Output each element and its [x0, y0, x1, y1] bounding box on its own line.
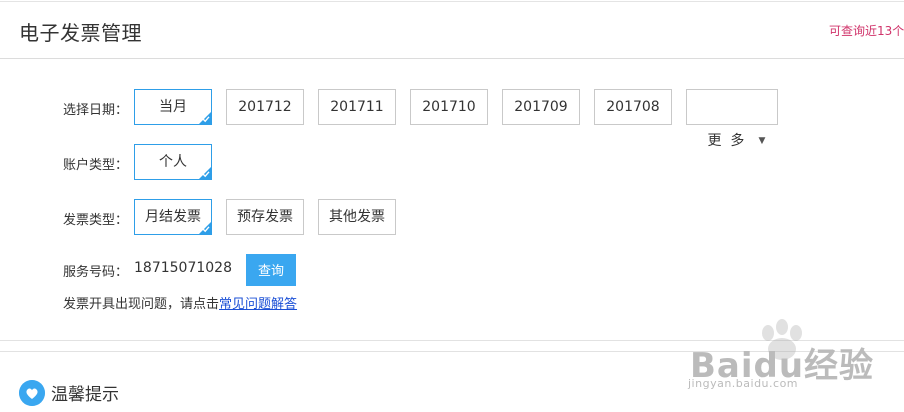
- help-text: 发票开具出现问题，请点击: [63, 297, 220, 312]
- watermark-url: jingyan.baidu.com: [688, 377, 799, 390]
- date-option-201708[interactable]: 201708: [594, 89, 672, 125]
- faq-link[interactable]: 常见问题解答: [219, 297, 297, 312]
- service-number-label: 服务号码：: [63, 265, 129, 280]
- account-type-label: 账户类型：: [63, 158, 129, 173]
- check-icon: [202, 171, 210, 178]
- account-option-label: 个人: [159, 154, 187, 170]
- more-dates-dropdown[interactable]: 更 多 ▼: [686, 89, 778, 149]
- invoice-option-label: 月结发票: [145, 209, 201, 225]
- date-option-label: 201712: [238, 99, 292, 115]
- date-option-201709[interactable]: 201709: [502, 89, 580, 125]
- account-option-personal[interactable]: 个人: [134, 144, 212, 180]
- check-icon: [202, 116, 210, 123]
- date-option-label: 201711: [330, 99, 384, 115]
- invoice-option-prepaid[interactable]: 预存发票: [226, 199, 304, 235]
- date-option-label: 201708: [606, 99, 660, 115]
- date-label: 选择日期：: [63, 103, 129, 118]
- invoice-option-other[interactable]: 其他发票: [318, 199, 396, 235]
- invoice-option-label: 预存发票: [237, 209, 293, 225]
- invoice-type-label: 发票类型：: [63, 213, 129, 228]
- service-number-value: 18715071028: [134, 260, 232, 276]
- date-option-current-month[interactable]: 当月: [134, 89, 212, 125]
- caret-down-icon: ▼: [758, 136, 766, 146]
- query-button[interactable]: 查询: [246, 254, 296, 286]
- header-divider: [0, 58, 904, 59]
- date-option-label: 201709: [514, 99, 568, 115]
- more-dates-label: 更 多: [707, 133, 745, 149]
- top-border: [0, 1, 904, 2]
- date-option-201710[interactable]: 201710: [410, 89, 488, 125]
- page-title: 电子发票管理: [19, 21, 142, 45]
- check-icon: [202, 226, 210, 233]
- query-range-note: 可查询近13个: [829, 24, 904, 38]
- help-line: 发票开具出现问题，请点击常见问题解答: [63, 293, 297, 312]
- heart-icon: [19, 380, 45, 406]
- invoice-option-monthly[interactable]: 月结发票: [134, 199, 212, 235]
- date-option-label: 201710: [422, 99, 476, 115]
- date-option-label: 当月: [159, 99, 187, 115]
- date-option-201711[interactable]: 201711: [318, 89, 396, 125]
- tips-title: 温馨提示: [51, 385, 119, 405]
- date-option-201712[interactable]: 201712: [226, 89, 304, 125]
- invoice-option-label: 其他发票: [329, 209, 385, 225]
